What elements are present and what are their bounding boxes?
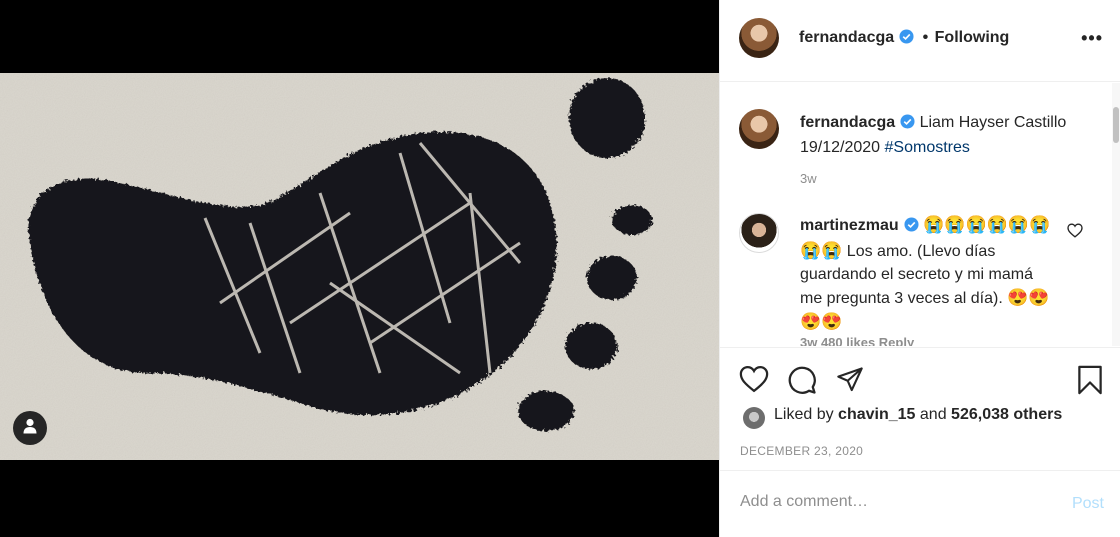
- likes-and: and: [919, 406, 947, 423]
- comment-icon[interactable]: [787, 365, 817, 400]
- verified-icon: [900, 113, 915, 136]
- avatar[interactable]: [739, 18, 779, 58]
- comment: martinezmau 😭😭😭😭😭😭😭😭 Los amo. (Llevo día…: [800, 213, 1055, 334]
- bookmark-icon[interactable]: [1077, 365, 1103, 400]
- comments-scrollbar-thumb[interactable]: [1113, 107, 1119, 143]
- add-comment-bar: Post: [720, 470, 1120, 537]
- more-icon[interactable]: •••: [1081, 28, 1103, 49]
- comment-input[interactable]: [740, 493, 1040, 511]
- likes-count-link[interactable]: 526,038 others: [951, 406, 1062, 423]
- username-link[interactable]: martinezmau: [800, 217, 899, 234]
- action-bar: Liked by chavin_15 and 526,038 others DE…: [720, 347, 1120, 469]
- tagged-users-button[interactable]: [13, 411, 47, 445]
- likes-prefix: Liked by: [774, 406, 834, 423]
- post-media: [0, 0, 719, 537]
- verified-icon: [904, 216, 919, 239]
- separator-dot: •: [922, 29, 929, 46]
- post-date[interactable]: DECEMBER 23, 2020: [740, 444, 863, 458]
- header-user-row: fernandacga • Following: [799, 29, 1009, 49]
- caption: fernandacga Liam Hayser Castillo 19/12/2…: [800, 111, 1100, 159]
- caption-timestamp[interactable]: 3w: [800, 171, 817, 186]
- likes-summary: Liked by chavin_15 and 526,038 others: [774, 406, 1062, 424]
- hashtag-link[interactable]: #Somostres: [885, 139, 970, 156]
- heart-icon[interactable]: [1067, 223, 1083, 243]
- post-button[interactable]: Post: [1072, 495, 1104, 513]
- following-button[interactable]: Following: [935, 29, 1010, 46]
- avatar[interactable]: [739, 109, 779, 149]
- post-image[interactable]: [0, 73, 719, 460]
- username-link[interactable]: fernandacga: [799, 29, 894, 46]
- avatar[interactable]: [739, 213, 779, 253]
- user-icon: [23, 418, 37, 439]
- post-header: fernandacga • Following •••: [720, 0, 1120, 82]
- verified-icon: [899, 29, 914, 49]
- comment-meta[interactable]: 3w 480 likes Reply: [800, 335, 914, 346]
- footprint-illustration: [0, 73, 719, 460]
- comments-list: fernandacga Liam Hayser Castillo 19/12/2…: [720, 83, 1120, 346]
- heart-icon[interactable]: [739, 365, 769, 398]
- avatar[interactable]: [743, 407, 765, 429]
- likes-user-link[interactable]: chavin_15: [838, 406, 915, 423]
- post-sidebar: fernandacga • Following ••• fernandacga …: [719, 0, 1120, 537]
- username-link[interactable]: fernandacga: [800, 114, 895, 131]
- share-icon[interactable]: [835, 365, 865, 398]
